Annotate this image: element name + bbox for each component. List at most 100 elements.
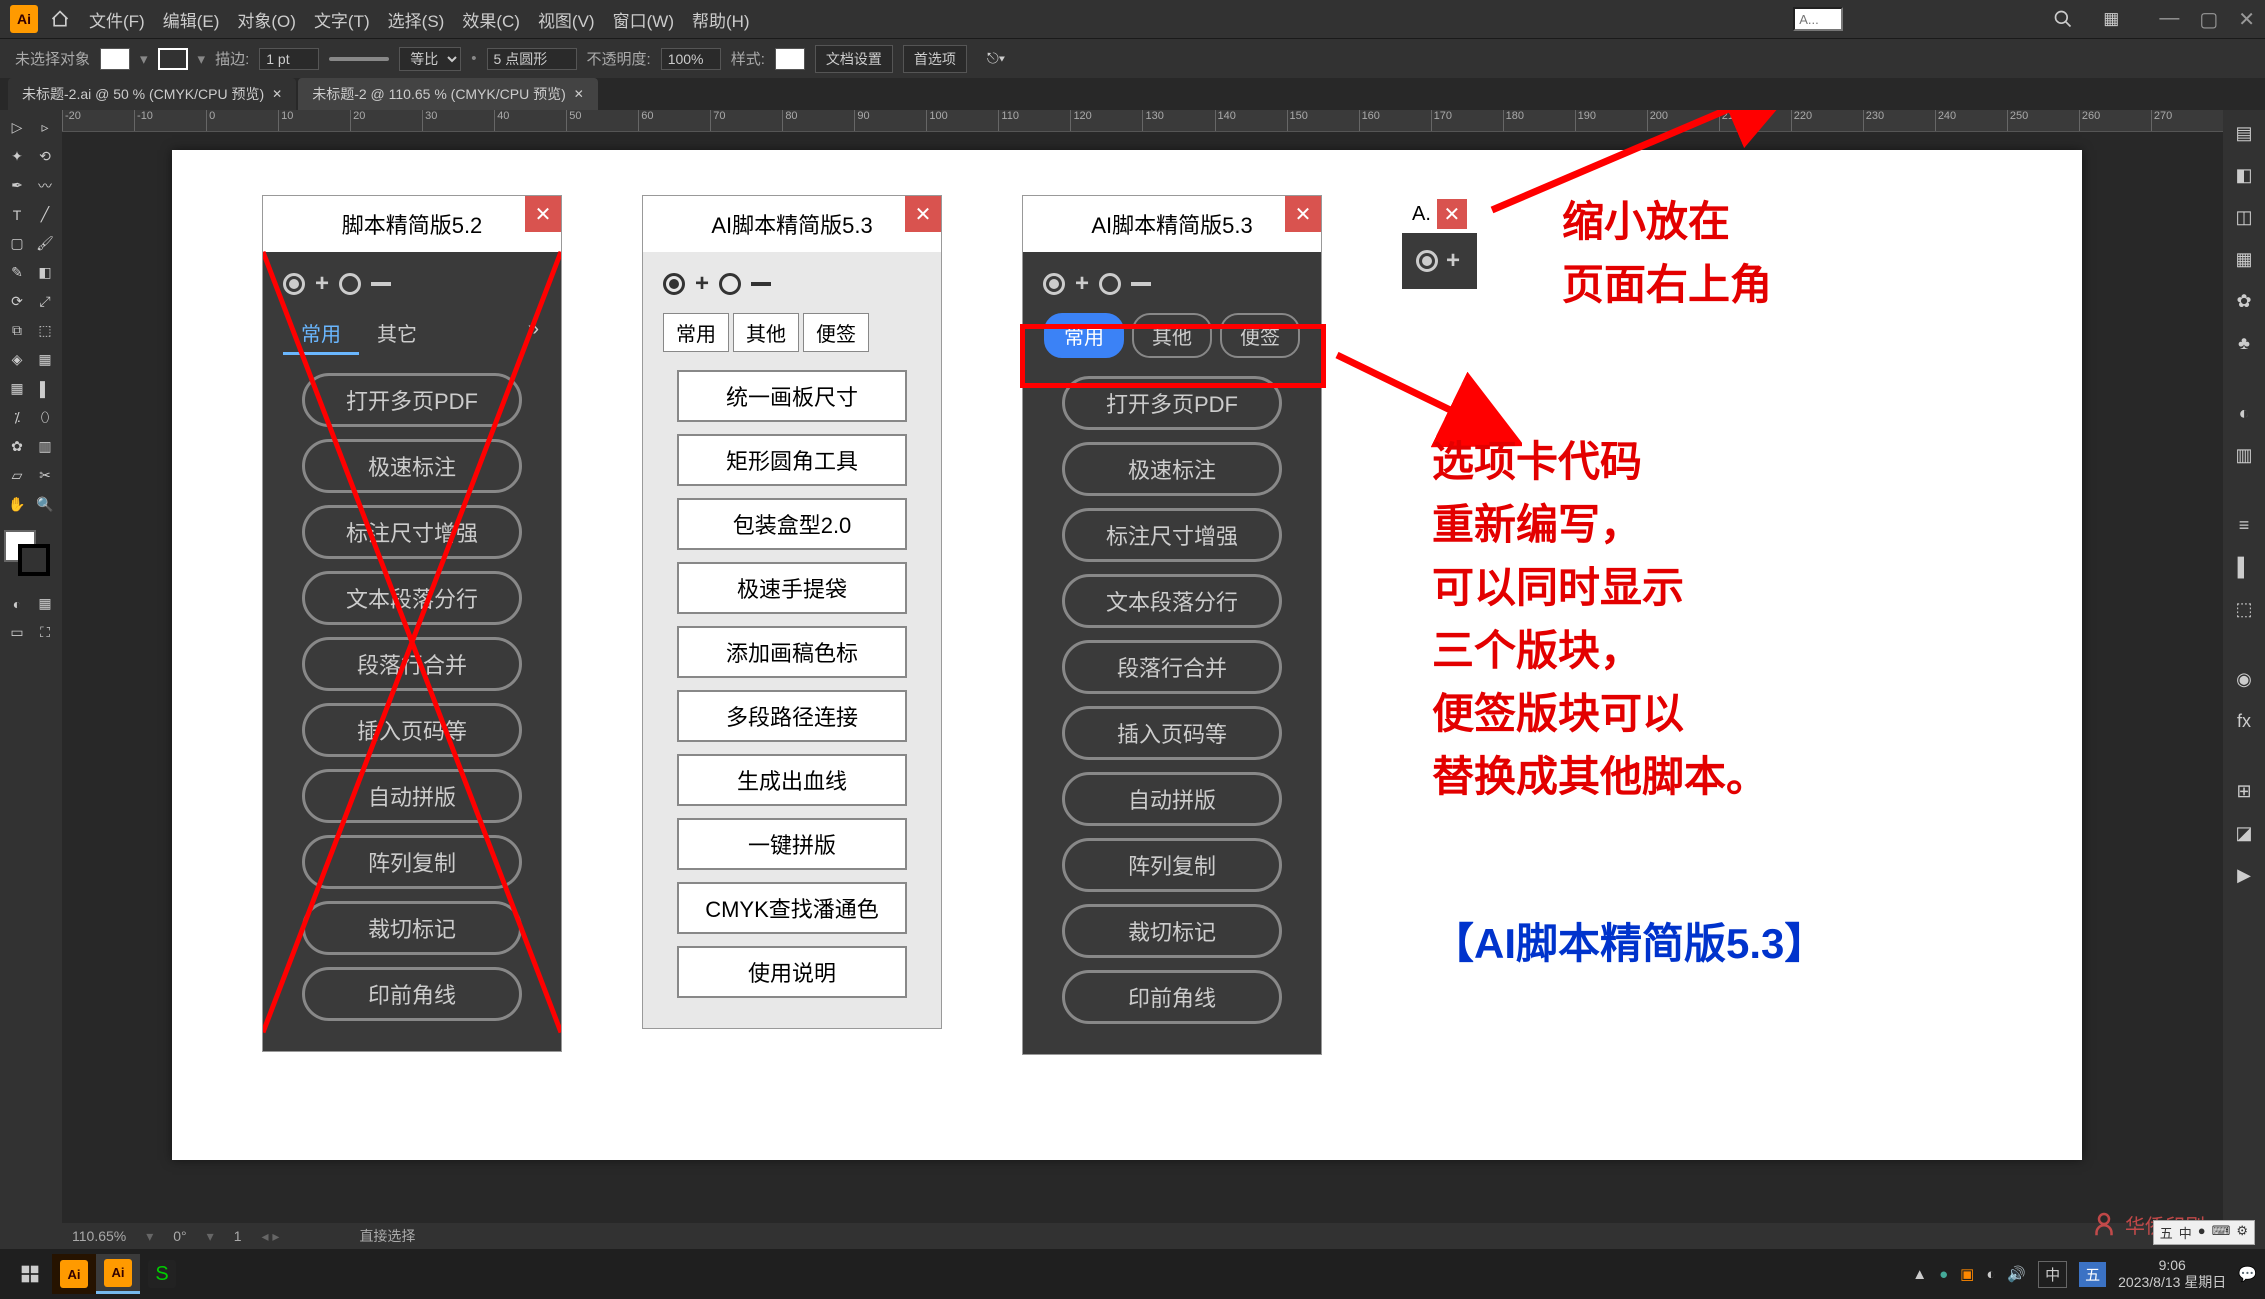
zoom-tool[interactable]: 🔍: [32, 491, 58, 518]
script-button[interactable]: 添加画稿色标: [677, 626, 907, 678]
brush-thumb[interactable]: [329, 57, 389, 61]
script-button[interactable]: 极速标注: [302, 439, 522, 493]
magic-wand-tool[interactable]: ✦: [4, 143, 30, 170]
gradient-icon[interactable]: ▌: [2227, 550, 2261, 584]
tab-other[interactable]: 其它: [359, 313, 435, 355]
script-button[interactable]: 阵列复制: [302, 835, 522, 889]
radio-on-icon[interactable]: [663, 273, 685, 295]
close-button[interactable]: ✕: [905, 196, 941, 232]
color-mode-btn[interactable]: ◐: [4, 590, 30, 617]
taskbar-app-ai-active[interactable]: Ai: [96, 1254, 140, 1294]
doc-tab-2[interactable]: 未标题-2 @ 110.65 % (CMYK/CPU 预览) ✕: [298, 78, 598, 110]
symbol-sprayer-tool[interactable]: ✿: [4, 433, 30, 460]
script-button[interactable]: 文本段落分行: [1062, 574, 1282, 628]
blend-tool[interactable]: ⬯: [32, 404, 58, 431]
script-button[interactable]: 插入页码等: [302, 703, 522, 757]
type-tool[interactable]: T: [4, 201, 30, 228]
appearance-icon[interactable]: ◉: [2227, 662, 2261, 696]
perspective-tool[interactable]: ▦: [32, 346, 58, 373]
shape-builder-tool[interactable]: ◈: [4, 346, 30, 373]
fill-swatch[interactable]: [100, 48, 130, 70]
top-search-box[interactable]: [1793, 7, 1843, 31]
tab-common[interactable]: 常用: [283, 313, 359, 355]
color-icon[interactable]: ◐: [2227, 396, 2261, 430]
color-guide-icon[interactable]: ▥: [2227, 438, 2261, 472]
swatches-icon[interactable]: ▦: [2227, 242, 2261, 276]
radio-off-icon[interactable]: [719, 273, 741, 295]
tab-other[interactable]: 其他: [733, 313, 799, 352]
draw-mode-btn[interactable]: ▭: [4, 619, 30, 646]
stroke-weight-input[interactable]: [259, 48, 319, 70]
stroke-icon[interactable]: ≡: [2227, 508, 2261, 542]
artboard-nav[interactable]: 1: [234, 1228, 242, 1244]
close-icon[interactable]: ✕: [574, 87, 584, 101]
home-icon[interactable]: [46, 5, 74, 33]
menu-object[interactable]: 对象(O): [237, 7, 296, 32]
start-button[interactable]: [8, 1254, 52, 1294]
script-button[interactable]: 矩形圆角工具: [677, 434, 907, 486]
rotation[interactable]: 0°: [173, 1228, 186, 1244]
paintbrush-tool[interactable]: 🖌: [32, 230, 58, 257]
rotate-tool[interactable]: ⟳: [4, 288, 30, 315]
stroke-swatch[interactable]: [158, 48, 188, 70]
script-button[interactable]: 段落行合并: [302, 637, 522, 691]
radio-on-icon[interactable]: [1416, 250, 1438, 272]
align-icon[interactable]: ⊞: [2227, 774, 2261, 808]
minimize-icon[interactable]: —: [2159, 7, 2179, 32]
graphic-styles-icon[interactable]: fx: [2227, 704, 2261, 738]
gradient-mode-btn[interactable]: ▦: [32, 590, 58, 617]
script-button[interactable]: 包装盒型2.0: [677, 498, 907, 550]
menu-file[interactable]: 文件(F): [89, 7, 145, 32]
taskbar-app-other[interactable]: S: [140, 1254, 184, 1294]
menu-type[interactable]: 文字(T): [314, 7, 370, 32]
radio-on-icon[interactable]: [1043, 273, 1065, 295]
pen-tool[interactable]: ✒: [4, 172, 30, 199]
script-button[interactable]: 阵列复制: [1062, 838, 1282, 892]
script-button[interactable]: 一键拼版: [677, 818, 907, 870]
search-icon[interactable]: [2053, 9, 2073, 29]
tab-common[interactable]: 常用: [663, 313, 729, 352]
script-button[interactable]: 段落行合并: [1062, 640, 1282, 694]
pathfinder-icon[interactable]: ◪: [2227, 816, 2261, 850]
stroke-color[interactable]: [18, 544, 50, 576]
menu-view[interactable]: 视图(V): [538, 7, 595, 32]
notification-icon[interactable]: 💬: [2238, 1265, 2257, 1283]
radio-off-icon[interactable]: [1099, 273, 1121, 295]
rectangle-tool[interactable]: ▢: [4, 230, 30, 257]
script-button[interactable]: 打开多页PDF: [302, 373, 522, 427]
opacity-input[interactable]: [661, 48, 721, 70]
tray-icon[interactable]: ◐: [1986, 1266, 1995, 1283]
script-button[interactable]: 印前角线: [302, 967, 522, 1021]
doc-tab-1[interactable]: 未标题-2.ai @ 50 % (CMYK/CPU 预览) ✕: [8, 78, 296, 110]
script-button[interactable]: 标注尺寸增强: [1062, 508, 1282, 562]
taskbar-app-ai[interactable]: Ai: [52, 1254, 96, 1294]
radio-off-icon[interactable]: [339, 273, 361, 295]
graph-tool[interactable]: ▥: [32, 433, 58, 460]
maximize-icon[interactable]: ▢: [2199, 7, 2218, 32]
tray-icon[interactable]: ●: [1939, 1266, 1948, 1283]
close-icon[interactable]: ✕: [272, 87, 282, 101]
script-button[interactable]: 文本段落分行: [302, 571, 522, 625]
width-tool[interactable]: ⧉: [4, 317, 30, 344]
menu-help[interactable]: 帮助(H): [692, 7, 750, 32]
script-button[interactable]: 标注尺寸增强: [302, 505, 522, 559]
direct-selection-tool[interactable]: ▹: [32, 114, 58, 141]
selection-tool[interactable]: ▷: [4, 114, 30, 141]
free-transform-tool[interactable]: ⬚: [32, 317, 58, 344]
script-button[interactable]: CMYK查找潘通色: [677, 882, 907, 934]
brushes-icon[interactable]: ✿: [2227, 284, 2261, 318]
menu-select[interactable]: 选择(S): [388, 7, 445, 32]
script-button[interactable]: 插入页码等: [1062, 706, 1282, 760]
doc-setup-button[interactable]: 文档设置: [815, 45, 893, 73]
transform-icon[interactable]: ▶: [2227, 858, 2261, 892]
menu-window[interactable]: 窗口(W): [613, 7, 674, 32]
hand-tool[interactable]: ✋: [4, 491, 30, 518]
tray-icon[interactable]: ▲: [1912, 1266, 1927, 1283]
close-button[interactable]: ✕: [1285, 196, 1321, 232]
menu-effect[interactable]: 效果(C): [462, 7, 520, 32]
tray-volume-icon[interactable]: 🔊: [2007, 1265, 2026, 1283]
libraries-icon[interactable]: ◫: [2227, 200, 2261, 234]
layers-icon[interactable]: ◧: [2227, 158, 2261, 192]
taskbar-clock[interactable]: 9:06 2023/8/13 星期日: [2118, 1257, 2226, 1291]
gradient-tool[interactable]: ▌: [32, 375, 58, 402]
